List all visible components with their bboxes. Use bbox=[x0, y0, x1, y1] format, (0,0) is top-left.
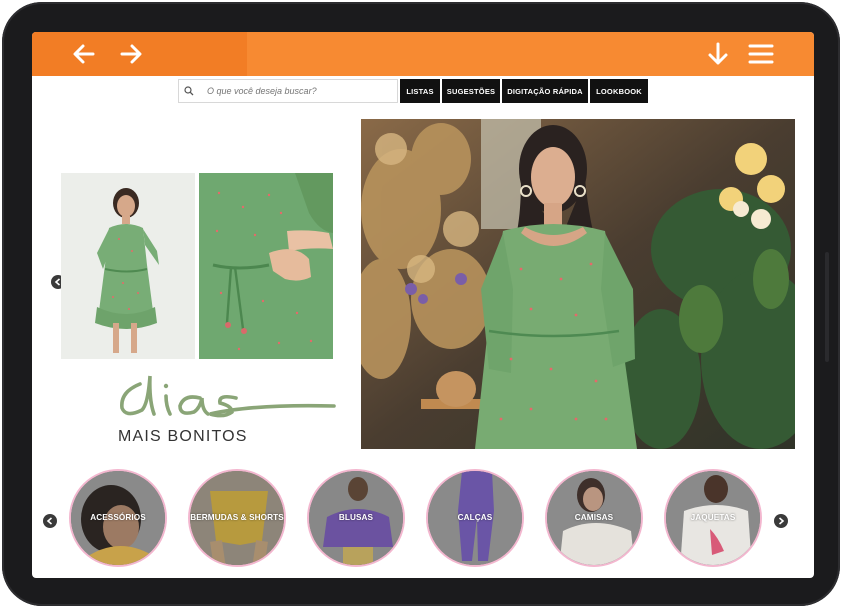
category-label: CAMISAS bbox=[574, 513, 614, 522]
back-button[interactable] bbox=[69, 39, 99, 69]
chevron-left-icon bbox=[46, 517, 53, 525]
listas-button[interactable]: LISTAS bbox=[400, 79, 440, 103]
category-label: BLUSAS bbox=[338, 513, 374, 522]
category-label: CALÇAS bbox=[457, 513, 493, 522]
arrow-right-icon bbox=[120, 44, 142, 64]
category-bermudas-shorts[interactable]: BERMUDAS & SHORTS bbox=[188, 469, 286, 567]
product-image-detail[interactable] bbox=[199, 173, 333, 359]
app-screen: LISTAS SUGESTÕES DIGITAÇÃO RÁPIDA LOOKBO… bbox=[32, 32, 814, 578]
categories-next-button[interactable] bbox=[774, 514, 788, 528]
digitacao-rapida-button[interactable]: DIGITAÇÃO RÁPIDA bbox=[502, 79, 588, 103]
category-camisas[interactable]: CAMISAS bbox=[545, 469, 643, 567]
search-box bbox=[178, 79, 398, 103]
arrow-left-icon bbox=[73, 44, 95, 64]
hero-banner[interactable] bbox=[361, 119, 795, 449]
hamburger-menu-icon bbox=[748, 44, 774, 64]
search-input[interactable] bbox=[199, 86, 392, 96]
tablet-frame: LISTAS SUGESTÕES DIGITAÇÃO RÁPIDA LOOKBO… bbox=[2, 2, 840, 606]
download-button[interactable] bbox=[703, 39, 733, 69]
arrow-down-icon bbox=[708, 42, 728, 65]
search-nav-bar: LISTAS SUGESTÕES DIGITAÇÃO RÁPIDA LOOKBO… bbox=[178, 79, 648, 103]
search-icon[interactable] bbox=[179, 81, 199, 101]
categories-prev-button[interactable] bbox=[43, 514, 57, 528]
brand-tagline: MAIS BONITOS bbox=[118, 428, 248, 445]
chevron-right-icon bbox=[778, 517, 785, 525]
sugestoes-button[interactable]: SUGESTÕES bbox=[442, 79, 500, 103]
product-image-front[interactable] bbox=[61, 173, 195, 359]
dias-logo-script bbox=[120, 375, 336, 418]
category-calcas[interactable]: CALÇAS bbox=[426, 469, 524, 567]
category-label: JAQUETAS bbox=[690, 513, 736, 522]
lookbook-button[interactable]: LOOKBOOK bbox=[590, 79, 648, 103]
category-label: ACESSÓRIOS bbox=[90, 513, 146, 522]
category-blusas[interactable]: BLUSAS bbox=[307, 469, 405, 567]
tablet-side-button bbox=[825, 252, 829, 362]
top-toolbar bbox=[32, 32, 814, 76]
forward-button[interactable] bbox=[116, 39, 146, 69]
menu-button[interactable] bbox=[746, 39, 776, 69]
category-acessorios[interactable]: ACESSÓRIOS bbox=[69, 469, 167, 567]
brand-logo: MAIS BONITOS bbox=[114, 370, 336, 450]
category-label: BERMUDAS & SHORTS bbox=[190, 513, 284, 522]
category-jaquetas[interactable]: JAQUETAS bbox=[664, 469, 762, 567]
